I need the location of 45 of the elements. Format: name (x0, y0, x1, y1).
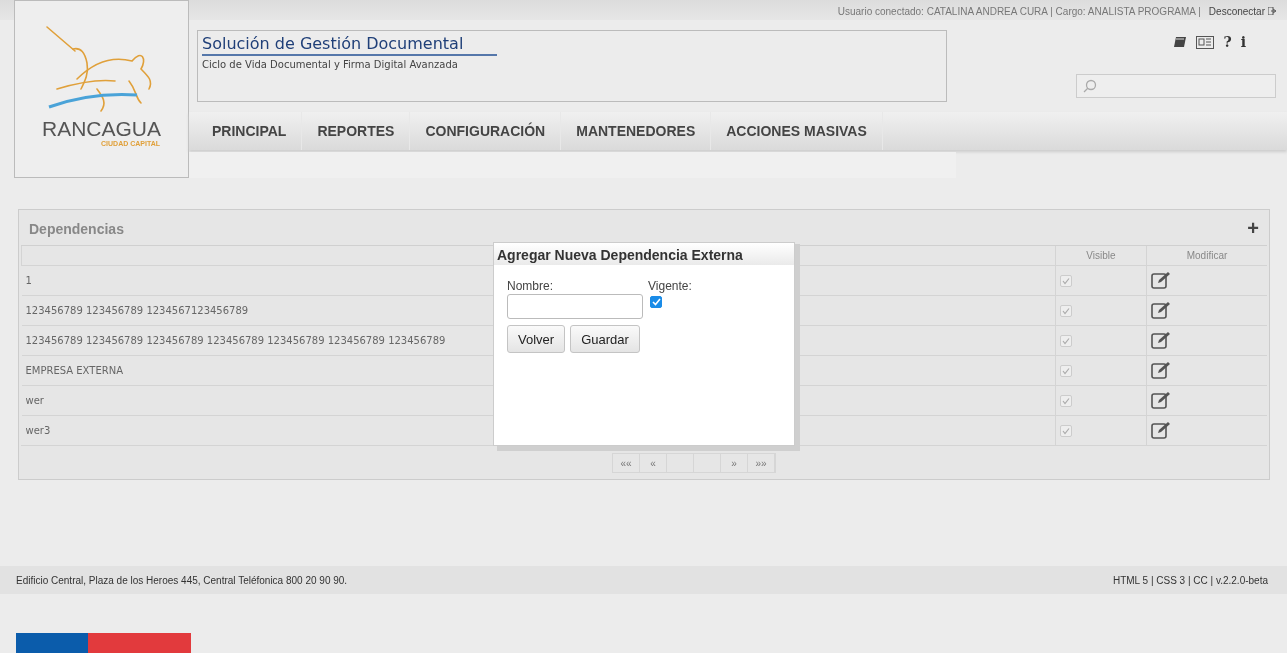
help-icon[interactable]: ? (1223, 34, 1232, 50)
nav-item[interactable]: REPORTES (302, 112, 411, 150)
dialog-button[interactable]: Guardar (570, 325, 640, 353)
column-header: Modificar (1146, 246, 1267, 266)
app-title: Solución de Gestión Documental (202, 34, 497, 56)
field-label: Vigente: (648, 279, 692, 293)
book-icon[interactable] (1173, 36, 1188, 48)
nav-item[interactable]: CONFIGURACIÓN (410, 112, 562, 150)
table-cell: wer3 (25, 425, 51, 436)
footer-version: HTML 5 | CSS 3 | CC | v.2.2.0-beta (1112, 574, 1268, 586)
app-subtitle: Ciclo de Vida Documental y Firma Digital Avanzada (202, 59, 459, 70)
edit-icon[interactable] (1151, 330, 1171, 349)
logout-link[interactable]: Desconectar (1208, 5, 1277, 17)
nav-item[interactable]: PRINCIPAL (197, 112, 303, 150)
edit-icon[interactable] (1151, 270, 1171, 289)
edit-icon[interactable] (1151, 420, 1171, 439)
column-header: Visible (1055, 246, 1147, 266)
table-cell: 123456789 123456789 123456789 123456789 123456789 123456789 123456789 (25, 335, 446, 346)
edit-icon[interactable] (1151, 390, 1171, 409)
vigente-checkbox[interactable] (650, 296, 662, 308)
table-cell: 1 (25, 275, 32, 286)
user-info: Usuario conectado: CATALINA ANDREA CURA | Cargo: ANALISTA PROGRAMA | (837, 5, 1201, 17)
next-page-button[interactable]: » (721, 454, 748, 472)
search-field[interactable] (1076, 74, 1276, 98)
nav-item[interactable]: MANTENEDORES (561, 112, 712, 150)
first-page-button[interactable]: «« (613, 454, 640, 472)
logo-text: RANCAGUA (42, 118, 161, 140)
table-cell: EMPRESA EXTERNA (25, 365, 123, 376)
footer-address: Edificio Central, Plaza de los Heroes 445, Central Teléfonica 800 20 90 90. (16, 574, 348, 586)
logout-icon[interactable] (1268, 7, 1277, 15)
table-cell: wer (25, 395, 44, 406)
last-page-button[interactable]: »» (748, 454, 775, 472)
panel-title: Dependencias (29, 220, 124, 237)
edit-icon[interactable] (1151, 360, 1171, 379)
table-cell: 123456789 123456789 1234567123456789 (25, 305, 249, 316)
newspaper-icon[interactable] (1196, 35, 1215, 49)
info-icon[interactable]: i (1240, 34, 1246, 50)
name-input[interactable] (507, 294, 643, 319)
dialog-title: Agregar Nueva Dependencia Externa (494, 243, 794, 265)
add-button[interactable]: + (1247, 217, 1259, 240)
nav-item[interactable]: ACCIONES MASIVAS (711, 112, 883, 150)
field-label: Nombre: (507, 279, 554, 293)
previous-page-button[interactable]: « (640, 454, 667, 472)
edit-icon[interactable] (1151, 300, 1171, 319)
dialog-button[interactable]: Volver (507, 325, 566, 353)
